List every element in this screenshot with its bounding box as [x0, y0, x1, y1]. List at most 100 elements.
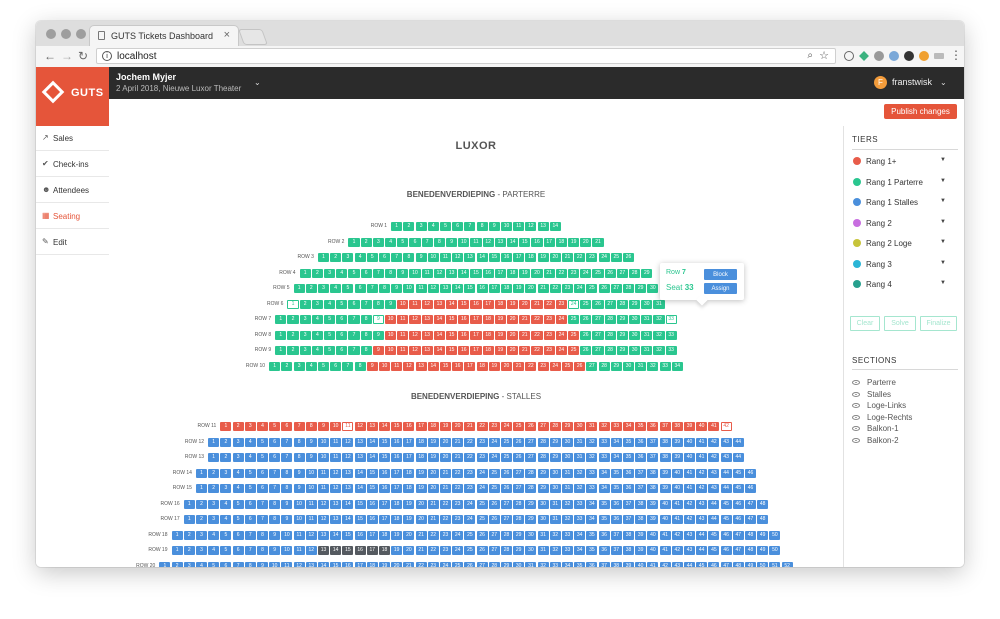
- seat[interactable]: 44: [683, 561, 696, 567]
- seat[interactable]: 12: [433, 268, 445, 278]
- seat[interactable]: 16: [391, 453, 403, 462]
- seat[interactable]: 4: [311, 315, 323, 324]
- seat[interactable]: 14: [354, 484, 366, 493]
- seat[interactable]: 48: [757, 499, 769, 509]
- seat[interactable]: 33: [574, 499, 586, 509]
- seat[interactable]: 17: [403, 453, 415, 462]
- seat[interactable]: 8: [256, 546, 269, 555]
- seat[interactable]: 1: [269, 361, 281, 371]
- seat[interactable]: 4: [305, 361, 317, 371]
- url-input[interactable]: i localhost ⌕ ☆: [96, 48, 836, 64]
- seat[interactable]: 42: [659, 561, 671, 567]
- seat[interactable]: 9: [269, 546, 281, 555]
- seat[interactable]: 38: [647, 468, 659, 478]
- seat[interactable]: 30: [537, 515, 549, 524]
- seat[interactable]: 5: [342, 284, 354, 293]
- seat[interactable]: 27: [604, 299, 616, 309]
- seat[interactable]: 15: [519, 237, 531, 247]
- seat[interactable]: 8: [433, 237, 445, 247]
- seat[interactable]: 43: [696, 499, 708, 509]
- seat[interactable]: 41: [696, 453, 708, 462]
- seat[interactable]: 17: [470, 346, 482, 355]
- seat[interactable]: 33: [598, 437, 610, 447]
- seat[interactable]: 40: [647, 530, 659, 540]
- seat[interactable]: 26: [500, 484, 513, 493]
- seat[interactable]: 37: [647, 453, 659, 462]
- seat[interactable]: 21: [464, 422, 476, 431]
- seat[interactable]: 29: [561, 422, 574, 431]
- seat[interactable]: 32: [549, 530, 561, 540]
- seat[interactable]: 18: [494, 299, 506, 309]
- seat[interactable]: 5: [220, 530, 232, 540]
- seat[interactable]: 48: [732, 561, 744, 567]
- seat[interactable]: 7: [281, 437, 293, 447]
- seat[interactable]: 1: [208, 453, 220, 462]
- seat[interactable]: 21: [403, 561, 415, 567]
- seat[interactable]: 25: [488, 484, 500, 493]
- seat[interactable]: 13: [354, 453, 366, 462]
- seat[interactable]: 22: [574, 253, 586, 262]
- seat[interactable]: 42: [708, 437, 720, 447]
- seat[interactable]: 48: [744, 546, 757, 555]
- seat[interactable]: 4: [336, 268, 348, 278]
- seat[interactable]: 47: [732, 546, 744, 555]
- seat[interactable]: 11: [415, 284, 427, 293]
- seat[interactable]: 38: [622, 546, 635, 555]
- seat[interactable]: 23: [439, 546, 452, 555]
- seat[interactable]: 1: [275, 315, 287, 324]
- seat[interactable]: 6: [256, 468, 269, 478]
- chevron-down-icon[interactable]: ▼: [940, 239, 946, 245]
- seat[interactable]: 32: [561, 515, 574, 524]
- seat[interactable]: 10: [409, 268, 421, 278]
- seat[interactable]: 7: [244, 546, 256, 555]
- seat[interactable]: 16: [378, 468, 391, 478]
- seat[interactable]: 28: [604, 346, 616, 355]
- seat[interactable]: 14: [378, 422, 391, 431]
- seat[interactable]: 34: [586, 499, 598, 509]
- seat[interactable]: 14: [476, 253, 488, 262]
- seat[interactable]: 25: [561, 361, 574, 371]
- seat[interactable]: 22: [549, 284, 561, 293]
- seat[interactable]: 22: [452, 468, 464, 478]
- seat[interactable]: 15: [458, 299, 470, 309]
- seat[interactable]: 30: [574, 422, 586, 431]
- seat[interactable]: 32: [653, 346, 665, 355]
- seat[interactable]: 33: [561, 546, 574, 555]
- seat[interactable]: 4: [195, 561, 208, 567]
- seat[interactable]: 38: [647, 484, 659, 493]
- eye-icon[interactable]: [852, 403, 860, 408]
- seat[interactable]: 18: [482, 330, 494, 340]
- seat[interactable]: 39: [671, 437, 683, 447]
- seat[interactable]: 12: [409, 346, 421, 355]
- seat[interactable]: 39: [647, 515, 659, 524]
- seat[interactable]: 27: [610, 284, 622, 293]
- seat[interactable]: 11: [317, 484, 330, 493]
- seat[interactable]: 7: [293, 422, 305, 431]
- seat[interactable]: 9: [305, 453, 317, 462]
- seat[interactable]: 7: [421, 237, 433, 247]
- seat[interactable]: 11: [330, 437, 342, 447]
- seat[interactable]: 23: [543, 315, 555, 324]
- seat[interactable]: 28: [500, 546, 513, 555]
- seat[interactable]: 18: [482, 315, 494, 324]
- seat[interactable]: 23: [568, 268, 580, 278]
- seat[interactable]: 5: [397, 237, 409, 247]
- seat[interactable]: 5: [324, 315, 336, 324]
- seat[interactable]: 42: [696, 468, 708, 478]
- seat[interactable]: 21: [439, 484, 452, 493]
- seat[interactable]: 11: [317, 468, 330, 478]
- seat[interactable]: 21: [415, 546, 427, 555]
- seat[interactable]: 6: [360, 268, 372, 278]
- seat[interactable]: 14: [366, 437, 378, 447]
- seat[interactable]: 1: [195, 468, 208, 478]
- eye-icon[interactable]: [852, 414, 860, 420]
- seat[interactable]: 4: [208, 530, 220, 540]
- extension-icon[interactable]: [844, 51, 854, 61]
- seat[interactable]: 34: [574, 546, 586, 555]
- seat[interactable]: 29: [641, 268, 653, 278]
- seat[interactable]: 13: [464, 253, 476, 262]
- chevron-down-icon[interactable]: ▼: [940, 157, 946, 163]
- seat[interactable]: 20: [415, 499, 427, 509]
- vue-devtools-icon[interactable]: [859, 51, 869, 61]
- seat[interactable]: 11: [281, 561, 293, 567]
